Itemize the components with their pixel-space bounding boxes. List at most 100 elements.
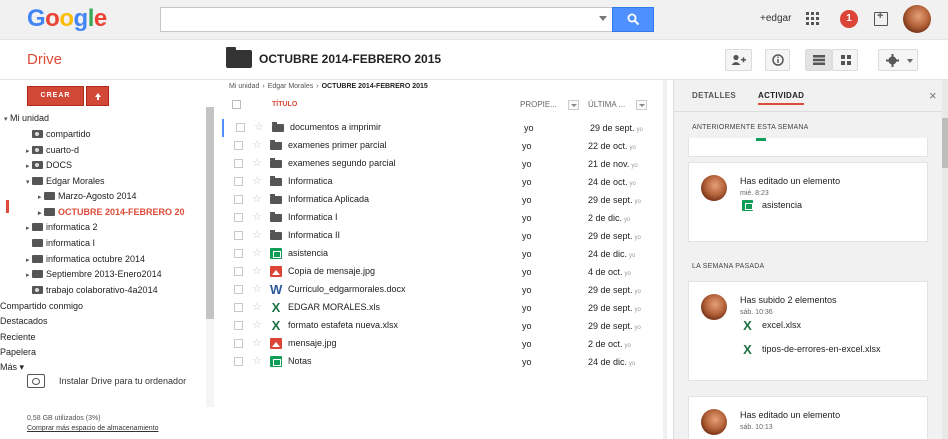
- drive-app-title[interactable]: Drive: [27, 51, 62, 68]
- panel-scrollbar[interactable]: [942, 80, 948, 439]
- sidebar-item[interactable]: Compartido conmigo: [0, 299, 83, 313]
- star-icon[interactable]: ☆: [252, 210, 262, 224]
- tab-details[interactable]: DETALLES: [692, 91, 736, 100]
- sidebar-item[interactable]: ▾ Edgar Morales: [26, 174, 105, 188]
- sidebar-item[interactable]: ▸ Marzo-Agosto 2014: [38, 189, 137, 203]
- settings-button[interactable]: [878, 49, 918, 71]
- file-name[interactable]: Informatica: [288, 176, 333, 186]
- search-options-chevron-icon[interactable]: [599, 16, 607, 21]
- star-icon[interactable]: ☆: [252, 156, 262, 170]
- table-row[interactable]: ☆ Xformato estafeta nueva.xlsx yo 29 de sep…: [222, 317, 662, 335]
- list-view-button[interactable]: [805, 49, 832, 71]
- row-checkbox[interactable]: [234, 267, 243, 276]
- table-row[interactable]: ☆ Informatica yo 24 de oct. yo: [222, 173, 662, 191]
- file-name[interactable]: Copia de mensaje.jpg: [288, 266, 375, 276]
- apps-grid-icon[interactable]: [806, 12, 820, 26]
- file-name[interactable]: formato estafeta nueva.xlsx: [288, 320, 398, 330]
- row-checkbox[interactable]: [234, 285, 243, 294]
- search-button[interactable]: [612, 7, 654, 32]
- sidebar-item[interactable]: Más ▾: [0, 360, 24, 374]
- file-name[interactable]: documentos a imprimir: [290, 122, 381, 132]
- sidebar-item[interactable]: ▸ informatica octubre 2014: [26, 252, 145, 266]
- owner-sort-dropdown[interactable]: [568, 100, 579, 110]
- row-checkbox[interactable]: [234, 339, 243, 348]
- star-icon[interactable]: ☆: [252, 264, 262, 278]
- column-title[interactable]: TÍTULO: [272, 101, 297, 108]
- install-drive-link[interactable]: Instalar Drive para tu ordenador: [27, 372, 202, 392]
- sidebar-item[interactable]: Destacados: [0, 314, 48, 328]
- star-icon[interactable]: ☆: [252, 300, 262, 314]
- table-row[interactable]: ☆ Copia de mensaje.jpg yo 4 de oct. yo: [222, 263, 662, 281]
- star-icon[interactable]: ☆: [252, 336, 262, 350]
- file-name[interactable]: Informatica Aplicada: [288, 194, 369, 204]
- sidebar-item[interactable]: compartido: [26, 127, 91, 141]
- star-icon[interactable]: ☆: [252, 228, 262, 242]
- table-row[interactable]: ☆ examenes primer parcial yo 22 de oct. yo: [222, 137, 662, 155]
- sidebar-item[interactable]: trabajo colaborativo-4a2014: [26, 283, 158, 297]
- breadcrumb-item[interactable]: Edgar Morales: [268, 83, 314, 90]
- file-name[interactable]: examenes segundo parcial: [288, 158, 396, 168]
- close-icon[interactable]: ×: [929, 88, 937, 103]
- activity-card-partial[interactable]: [688, 138, 928, 157]
- file-name[interactable]: EDGAR MORALES.xls: [288, 302, 380, 312]
- row-checkbox[interactable]: [236, 123, 245, 132]
- table-row[interactable]: ☆ documentos a imprimir yo 29 de sept. yo: [222, 119, 662, 137]
- create-button[interactable]: CREAR: [27, 86, 84, 106]
- sidebar-item[interactable]: ▸ Septiembre 2013-Enero2014: [26, 267, 162, 281]
- row-checkbox[interactable]: [234, 195, 243, 204]
- row-checkbox[interactable]: [234, 231, 243, 240]
- row-checkbox[interactable]: [234, 159, 243, 168]
- sidebar-scrollbar[interactable]: [206, 107, 214, 407]
- row-checkbox[interactable]: [234, 303, 243, 312]
- file-name[interactable]: asistencia: [288, 248, 328, 258]
- panel-scroll-thumb[interactable]: [942, 118, 948, 168]
- table-row[interactable]: ☆ Informatica Iyo 2 de dic. yo: [222, 209, 662, 227]
- star-icon[interactable]: ☆: [252, 138, 262, 152]
- activity-card[interactable]: Has subido 2 elementos sáb. 10:36 Xexcel.x…: [688, 281, 928, 381]
- file-name[interactable]: Informatica II: [288, 230, 340, 240]
- row-checkbox[interactable]: [234, 249, 243, 258]
- sidebar-scroll-thumb[interactable]: [206, 107, 214, 319]
- sidebar-item[interactable]: ▸ DOCS: [26, 158, 72, 172]
- details-button[interactable]: [765, 49, 790, 71]
- file-name[interactable]: Curriculo_edgarmorales.docx: [288, 284, 406, 294]
- modified-sort-dropdown[interactable]: [636, 100, 647, 110]
- file-name[interactable]: Informatica I: [288, 212, 338, 222]
- file-name[interactable]: Notas: [288, 356, 312, 366]
- file-name[interactable]: mensaje.jpg: [288, 338, 337, 348]
- column-modified[interactable]: ÚLTIMA ...: [588, 100, 625, 109]
- notification-badge[interactable]: 1: [840, 10, 858, 28]
- sidebar-item[interactable]: Reciente: [0, 330, 36, 344]
- file-list-scrollbar[interactable]: [663, 80, 667, 439]
- breadcrumb-item[interactable]: Mi unidad: [229, 83, 259, 90]
- table-row[interactable]: ☆ asistencia yo 24 de dic. yo: [222, 245, 662, 263]
- star-icon[interactable]: ☆: [252, 282, 262, 296]
- select-all-checkbox[interactable]: [232, 100, 241, 109]
- google-logo[interactable]: Google: [27, 5, 107, 33]
- row-checkbox[interactable]: [234, 141, 243, 150]
- share-add-icon[interactable]: [874, 10, 888, 26]
- share-folder-button[interactable]: [725, 49, 752, 71]
- user-name-link[interactable]: +edgar: [760, 13, 791, 24]
- sidebar-item[interactable]: ▸ informatica 2: [26, 220, 98, 234]
- table-row[interactable]: ☆ examenes segundo parcial yo 21 de nov. yo: [222, 155, 662, 173]
- table-row[interactable]: ☆ X EDGAR MORALES.xls yo 29 de sept. yo: [222, 299, 662, 317]
- activity-card[interactable]: Has editado un elemento mié. 8:23 asistenc…: [688, 162, 928, 242]
- upload-button[interactable]: [86, 86, 109, 106]
- activity-card[interactable]: Has editado un elemento sáb. 10:13: [688, 396, 928, 439]
- table-row[interactable]: ☆ Informatica Aplicada yo 29 de sept. yo: [222, 191, 662, 209]
- table-row[interactable]: ☆ mensaje.jpg yo 2 de oct. yo: [222, 335, 662, 353]
- search-input[interactable]: [160, 7, 614, 32]
- sidebar-item[interactable]: informatica I: [26, 236, 95, 250]
- file-name[interactable]: examenes primer parcial: [288, 140, 387, 150]
- column-owner[interactable]: PROPIE...: [520, 100, 557, 109]
- table-row[interactable]: ☆ Informatica II yo 29 de sept. yo: [222, 227, 662, 245]
- star-icon[interactable]: ☆: [252, 192, 262, 206]
- tab-activity[interactable]: ACTIVIDAD: [758, 91, 805, 105]
- sidebar-item[interactable]: ▸ OCTUBRE 2014-FEBRERO 20: [38, 205, 185, 219]
- star-icon[interactable]: ☆: [252, 354, 262, 368]
- table-row[interactable]: ☆ W Curriculo_edgarmorales.docx yo 29 de sep…: [222, 281, 662, 299]
- star-icon[interactable]: ☆: [252, 246, 262, 260]
- grid-view-button[interactable]: [832, 49, 858, 71]
- buy-storage-link[interactable]: Comprar más espacio de almacenamiento: [27, 425, 159, 432]
